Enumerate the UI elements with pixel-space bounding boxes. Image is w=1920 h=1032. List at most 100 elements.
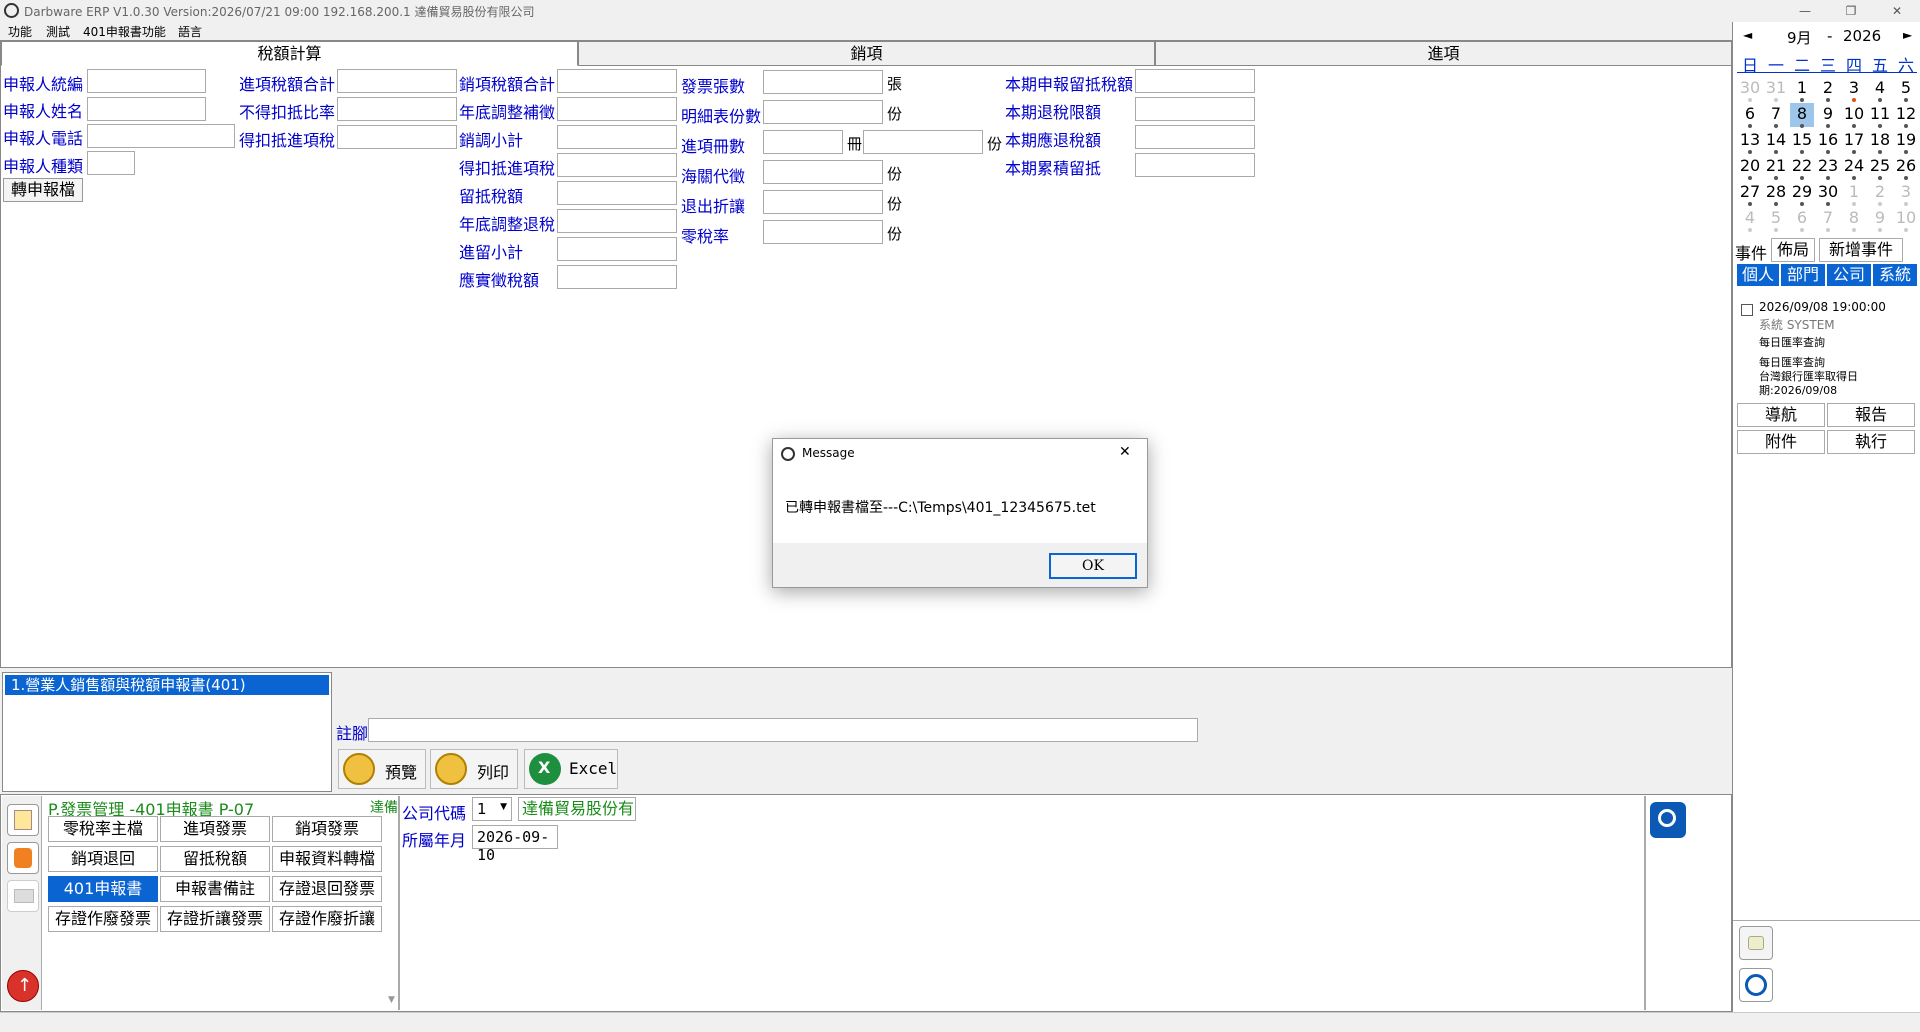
calendar-day[interactable]: 13 xyxy=(1737,130,1763,149)
credit-subtotal-field[interactable] xyxy=(557,237,677,261)
module-button[interactable]: 零稅率主檔 xyxy=(48,816,158,842)
purchase-copies-field[interactable] xyxy=(863,130,983,154)
menu-function[interactable]: 功能 xyxy=(8,23,32,40)
calendar-day[interactable]: 8 xyxy=(1789,104,1815,123)
calendar-day[interactable]: 1 xyxy=(1789,78,1815,97)
calendar-day[interactable]: 14 xyxy=(1763,130,1789,149)
module-button[interactable]: 銷項退回 xyxy=(48,846,158,872)
module-button[interactable]: 存證退回發票 xyxy=(272,876,382,902)
calendar-day[interactable]: 2 xyxy=(1867,182,1893,201)
calendar-day[interactable]: 9 xyxy=(1815,104,1841,123)
calendar-day[interactable]: 30 xyxy=(1737,78,1763,97)
calendar-month[interactable]: 9月 xyxy=(1787,27,1812,48)
attachment-button[interactable]: 附件 xyxy=(1737,430,1825,454)
deductible-input-tax-field[interactable] xyxy=(337,125,457,149)
refund-due-field[interactable] xyxy=(1135,125,1255,149)
minimize-button[interactable]: — xyxy=(1782,0,1828,22)
clock-icon[interactable] xyxy=(1739,968,1773,1002)
sales-tax-total-field[interactable] xyxy=(557,69,677,93)
filer-type-input[interactable] xyxy=(87,151,135,175)
calendar-day[interactable]: 31 xyxy=(1763,78,1789,97)
calendar-day[interactable]: 15 xyxy=(1789,130,1815,149)
flower-icon[interactable] xyxy=(7,842,39,874)
navigate-button[interactable]: 導航 xyxy=(1737,403,1825,427)
calendar-day[interactable]: 17 xyxy=(1841,130,1867,149)
calendar-year[interactable]: 2026 xyxy=(1843,27,1881,45)
close-window-button[interactable]: ✕ xyxy=(1874,0,1920,22)
restore-button[interactable]: ❐ xyxy=(1828,0,1874,22)
calendar-day[interactable]: 4 xyxy=(1737,208,1763,227)
calendar-day[interactable]: 30 xyxy=(1815,182,1841,201)
calendar-day[interactable]: 6 xyxy=(1737,104,1763,123)
sales-adjust-subtotal-field[interactable] xyxy=(557,125,677,149)
note-input[interactable] xyxy=(368,718,1198,742)
calendar-day[interactable]: 1 xyxy=(1841,182,1867,201)
layout-button[interactable]: 佈局 xyxy=(1771,238,1815,262)
preview-button[interactable]: 預覽 xyxy=(338,749,426,789)
calendar-day[interactable]: 3 xyxy=(1893,182,1919,201)
module-button[interactable]: 申報資料轉檔 xyxy=(272,846,382,872)
calendar-day[interactable]: 19 xyxy=(1893,130,1919,149)
refund-limit-field[interactable] xyxy=(1135,97,1255,121)
period-input[interactable]: 2026-09-10 xyxy=(472,825,558,864)
execute-button[interactable]: 執行 xyxy=(1827,430,1915,454)
module-button[interactable]: 401申報書 xyxy=(48,876,158,902)
module-button[interactable]: 存證作廢發票 xyxy=(48,906,158,932)
filer-name-input[interactable] xyxy=(87,97,206,121)
calendar-day[interactable]: 20 xyxy=(1737,156,1763,175)
tab-purchases[interactable]: 進項 xyxy=(1155,41,1732,66)
filter-department[interactable]: 部門 xyxy=(1781,264,1825,286)
filer-phone-input[interactable] xyxy=(87,124,235,148)
accumulated-credit-field[interactable] xyxy=(1135,153,1255,177)
calendar-day[interactable]: 12 xyxy=(1893,104,1919,123)
calendar-day[interactable]: 21 xyxy=(1763,156,1789,175)
calendar-day[interactable]: 29 xyxy=(1789,182,1815,201)
calendar-day[interactable]: 4 xyxy=(1867,78,1893,97)
filter-company[interactable]: 公司 xyxy=(1827,264,1871,286)
calendar-day[interactable]: 25 xyxy=(1867,156,1893,175)
module-button[interactable]: 進項發票 xyxy=(160,816,270,842)
purchase-books-field[interactable] xyxy=(763,130,843,154)
yearend-adjust-collect-field[interactable] xyxy=(557,97,677,121)
filer-id-input[interactable] xyxy=(87,69,206,93)
deductible-input-tax-2-field[interactable] xyxy=(557,153,677,177)
module-button[interactable]: 申報書備註 xyxy=(160,876,270,902)
calendar-day[interactable]: 2 xyxy=(1815,78,1841,97)
calendar-day[interactable]: 5 xyxy=(1893,78,1919,97)
tab-sales[interactable]: 銷項 xyxy=(578,41,1155,66)
notes-icon[interactable] xyxy=(7,804,39,836)
yearend-adjust-refund-field[interactable] xyxy=(557,209,677,233)
filter-system[interactable]: 系統 xyxy=(1873,264,1917,286)
calendar-day[interactable]: 8 xyxy=(1841,208,1867,227)
calendar-day[interactable]: 7 xyxy=(1763,104,1789,123)
scroll-down-icon[interactable]: ▼ xyxy=(388,995,398,1007)
input-tax-total-field[interactable] xyxy=(337,69,457,93)
calendar-day[interactable]: 26 xyxy=(1893,156,1919,175)
report-list-item-401[interactable]: 1.營業人銷售額與稅額申報書(401) xyxy=(5,675,329,695)
detail-count-field[interactable] xyxy=(763,100,883,124)
print-button[interactable]: 列印 xyxy=(430,749,518,789)
robot-icon[interactable] xyxy=(1739,926,1773,960)
excel-button[interactable]: X Excel xyxy=(524,749,618,789)
calendar-day[interactable]: 11 xyxy=(1867,104,1893,123)
nondeductible-ratio-field[interactable] xyxy=(337,97,457,121)
calendar-day[interactable]: 24 xyxy=(1841,156,1867,175)
calendar-day[interactable]: 7 xyxy=(1815,208,1841,227)
customs-collection-field[interactable] xyxy=(763,160,883,184)
search-icon[interactable] xyxy=(1650,802,1686,838)
dialog-close-button[interactable]: ✕ xyxy=(1119,444,1131,460)
menu-401-functions[interactable]: 401申報書功能 xyxy=(83,23,166,40)
actual-tax-due-field[interactable] xyxy=(557,265,677,289)
folder-icon[interactable] xyxy=(7,880,39,912)
calendar-prev-button[interactable]: ◄ xyxy=(1743,28,1752,42)
calendar-day[interactable]: 10 xyxy=(1841,104,1867,123)
dialog-ok-button[interactable]: OK xyxy=(1049,553,1137,579)
calendar-day[interactable]: 22 xyxy=(1789,156,1815,175)
calendar-day[interactable]: 28 xyxy=(1763,182,1789,201)
period-credit-field[interactable] xyxy=(1135,69,1255,93)
menu-language[interactable]: 語言 xyxy=(178,23,202,40)
calendar-next-button[interactable]: ► xyxy=(1903,28,1912,42)
returns-allowances-field[interactable] xyxy=(763,190,883,214)
module-button[interactable]: 存證折讓發票 xyxy=(160,906,270,932)
credit-tax-field[interactable] xyxy=(557,181,677,205)
